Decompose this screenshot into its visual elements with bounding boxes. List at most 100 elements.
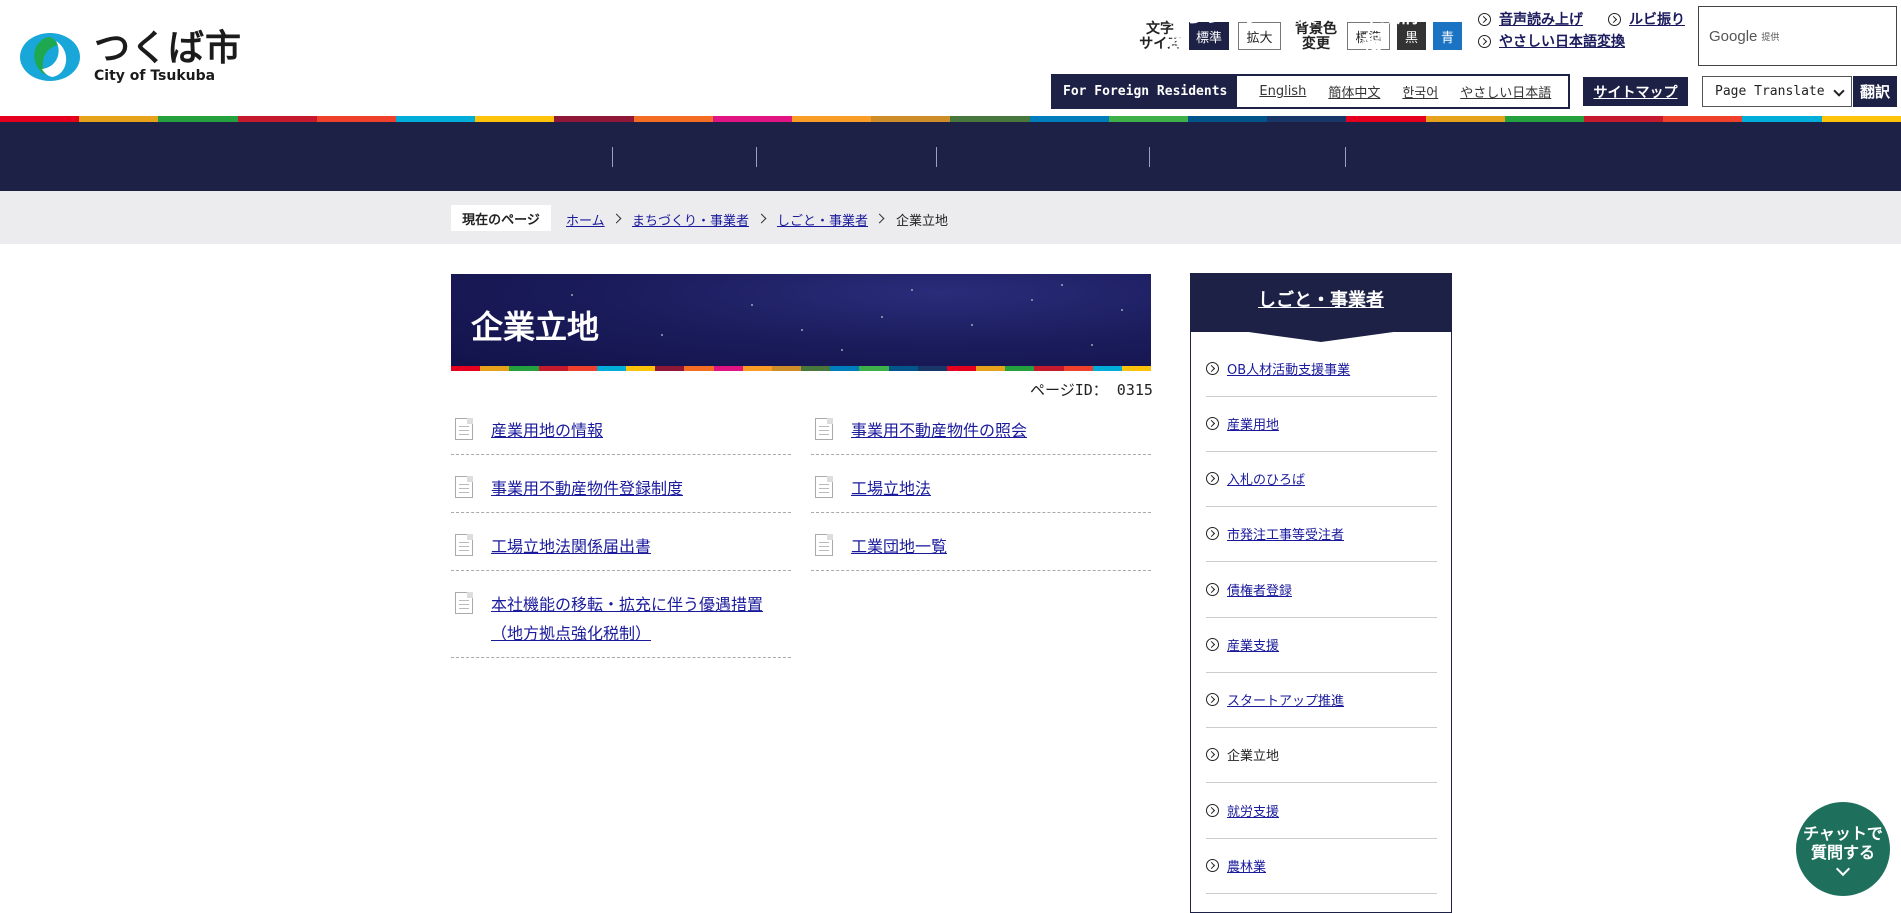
- sidebar-item[interactable]: 就労支援: [1206, 783, 1437, 839]
- stripe-segment: [567, 366, 597, 371]
- item-link[interactable]: 産業用地の情報: [491, 416, 786, 445]
- foreign-residents-bar: For Foreign Residents English 簡体中文 한국어 や…: [1051, 74, 1570, 109]
- global-nav: [0, 122, 1901, 191]
- lang-easy-japanese-link[interactable]: やさしい日本語: [1460, 82, 1551, 101]
- lang-chinese-link[interactable]: 簡体中文: [1328, 82, 1380, 101]
- breadcrumb-work-link[interactable]: しごと・事業者: [777, 210, 868, 229]
- gnav-divider: [936, 147, 937, 167]
- site-logo[interactable]: つくば市 City of Tsukuba: [18, 30, 242, 84]
- stripe-segment: [538, 366, 568, 371]
- item-link[interactable]: 本社機能の移転・拡充に伴う優遇措置（地方拠点強化税制）: [491, 590, 786, 648]
- sidebar-item[interactable]: OB人材活動支援事業: [1206, 341, 1437, 397]
- item-link[interactable]: 工場立地法: [851, 474, 1146, 503]
- chevron-circle-icon: [1206, 748, 1219, 761]
- chevron-circle-icon: [1206, 472, 1219, 485]
- stripe-segment: [451, 366, 481, 371]
- gnav-tourism[interactable]: 観光・文化・スポーツ: [952, 0, 1130, 70]
- stripe-segment: [1034, 366, 1064, 371]
- lang-korean-link[interactable]: 한국어: [1402, 82, 1438, 101]
- breadcrumb: [0, 191, 1901, 244]
- document-icon: [455, 476, 473, 498]
- read-aloud-link[interactable]: 音声読み上げ: [1478, 9, 1583, 29]
- chevron-down-icon: [837, 57, 851, 70]
- chevron-circle-icon: [1206, 638, 1219, 651]
- list-item: 本社機能の移転・拡充に伴う優遇措置（地方拠点強化税制）: [451, 578, 791, 658]
- stripe-segment: [1121, 366, 1152, 371]
- sidebar-item[interactable]: 産業支援: [1206, 617, 1437, 673]
- sidebar-item-current: 企業立地: [1206, 727, 1437, 783]
- item-link[interactable]: 事業用不動産物件登録制度: [491, 474, 786, 503]
- chevron-circle-icon: [1478, 12, 1491, 26]
- list-item: 工業団地一覧: [811, 520, 1151, 571]
- gnav-health[interactable]: 健康・医療・福祉: [772, 0, 916, 70]
- stripe-segment: [946, 366, 977, 371]
- list-item: 産業用地の情報: [451, 404, 791, 455]
- stripe-segment: [626, 366, 656, 371]
- chat-button[interactable]: チャットで 質問する: [1796, 802, 1890, 896]
- stripe-segment: [596, 366, 627, 371]
- list-item: 事業用不動産物件の照会: [811, 404, 1151, 455]
- sidebar-item[interactable]: 農林業: [1206, 838, 1437, 894]
- stripe-segment: [976, 366, 1006, 371]
- gnav-divider: [756, 147, 757, 167]
- item-link[interactable]: 工業団地一覧: [851, 532, 1146, 561]
- sidebar-item[interactable]: 債権者登録: [1206, 562, 1437, 618]
- document-icon: [815, 418, 833, 440]
- sidebar-item[interactable]: 入札のひろば: [1206, 451, 1437, 507]
- translate-button[interactable]: 翻訳: [1853, 76, 1897, 107]
- item-link[interactable]: 事業用不動産物件の照会: [851, 416, 1146, 445]
- banner-color-stripe: [451, 366, 1152, 371]
- document-icon: [455, 418, 473, 440]
- logo-en-text: City of Tsukuba: [94, 68, 216, 84]
- breadcrumb-town-link[interactable]: まちづくり・事業者: [632, 210, 749, 229]
- page-id: ページID： 0315: [1030, 381, 1153, 399]
- chevron-circle-icon: [1206, 362, 1219, 375]
- chevron-down-icon: [675, 57, 689, 70]
- gnav-childcare[interactable]: 子育て・教育: [628, 0, 736, 70]
- google-provided-label: 提供: [1761, 32, 1780, 43]
- stripe-segment: [888, 366, 918, 371]
- sitemap-button[interactable]: サイトマップ: [1583, 77, 1688, 106]
- chevron-circle-icon: [1206, 527, 1219, 540]
- item-link[interactable]: 工場立地法関係届出書: [491, 532, 786, 561]
- stripe-segment: [742, 366, 772, 371]
- stripe-segment: [655, 366, 685, 371]
- breadcrumb-home-link[interactable]: ホーム: [566, 210, 605, 229]
- sidebar: しごと・事業者 OB人材活動支援事業 産業用地 入札のひろば 市発注工事等受注者…: [1190, 273, 1452, 913]
- stripe-segment: [859, 366, 889, 371]
- bg-blue-button[interactable]: 青: [1433, 22, 1462, 50]
- stripe-segment: [801, 366, 831, 371]
- list-item: 工場立地法: [811, 462, 1151, 513]
- logo-jp-text: つくば市: [94, 28, 243, 69]
- chevron-circle-icon: [1608, 12, 1621, 26]
- document-icon: [455, 534, 473, 556]
- google-label: Google: [1709, 27, 1758, 45]
- gnav-living[interactable]: くらし・手続き: [468, 0, 590, 70]
- stripe-segment: [771, 366, 802, 371]
- stripe-segment: [1092, 366, 1122, 371]
- sidebar-title-arrow: [1191, 324, 1451, 342]
- gnav-divider: [1345, 147, 1346, 167]
- chevron-down-icon: [1391, 57, 1405, 70]
- stripe-segment: [480, 366, 510, 371]
- sidebar-item[interactable]: スタートアップ推進: [1206, 672, 1437, 728]
- page-translate-select[interactable]: Page Translate: [1702, 76, 1852, 107]
- stripe-segment: [1063, 366, 1093, 371]
- gnav-city-info[interactable]: 市政情報: [1362, 0, 1434, 70]
- gnav-town-business[interactable]: まちづくり・事業者: [1165, 0, 1327, 70]
- document-icon: [815, 476, 833, 498]
- chevron-down-icon: [1239, 57, 1253, 70]
- sidebar-item[interactable]: 産業用地: [1206, 396, 1437, 452]
- lang-english-link[interactable]: English: [1259, 84, 1306, 99]
- chevron-down-icon: [1835, 861, 1851, 877]
- sidebar-item[interactable]: 市発注工事等受注者: [1206, 506, 1437, 562]
- ruby-link[interactable]: ルビ振り: [1608, 9, 1685, 29]
- google-search-box[interactable]: Google 提供: [1698, 6, 1897, 66]
- page-title-banner: 企業立地: [451, 274, 1151, 370]
- stripe-segment: [684, 366, 714, 371]
- document-icon: [815, 534, 833, 556]
- easy-japanese-link[interactable]: やさしい日本語変換: [1478, 31, 1625, 51]
- chevron-down-icon: [522, 57, 536, 70]
- list-item: 工場立地法関係届出書: [451, 520, 791, 571]
- chevron-circle-icon: [1206, 417, 1219, 430]
